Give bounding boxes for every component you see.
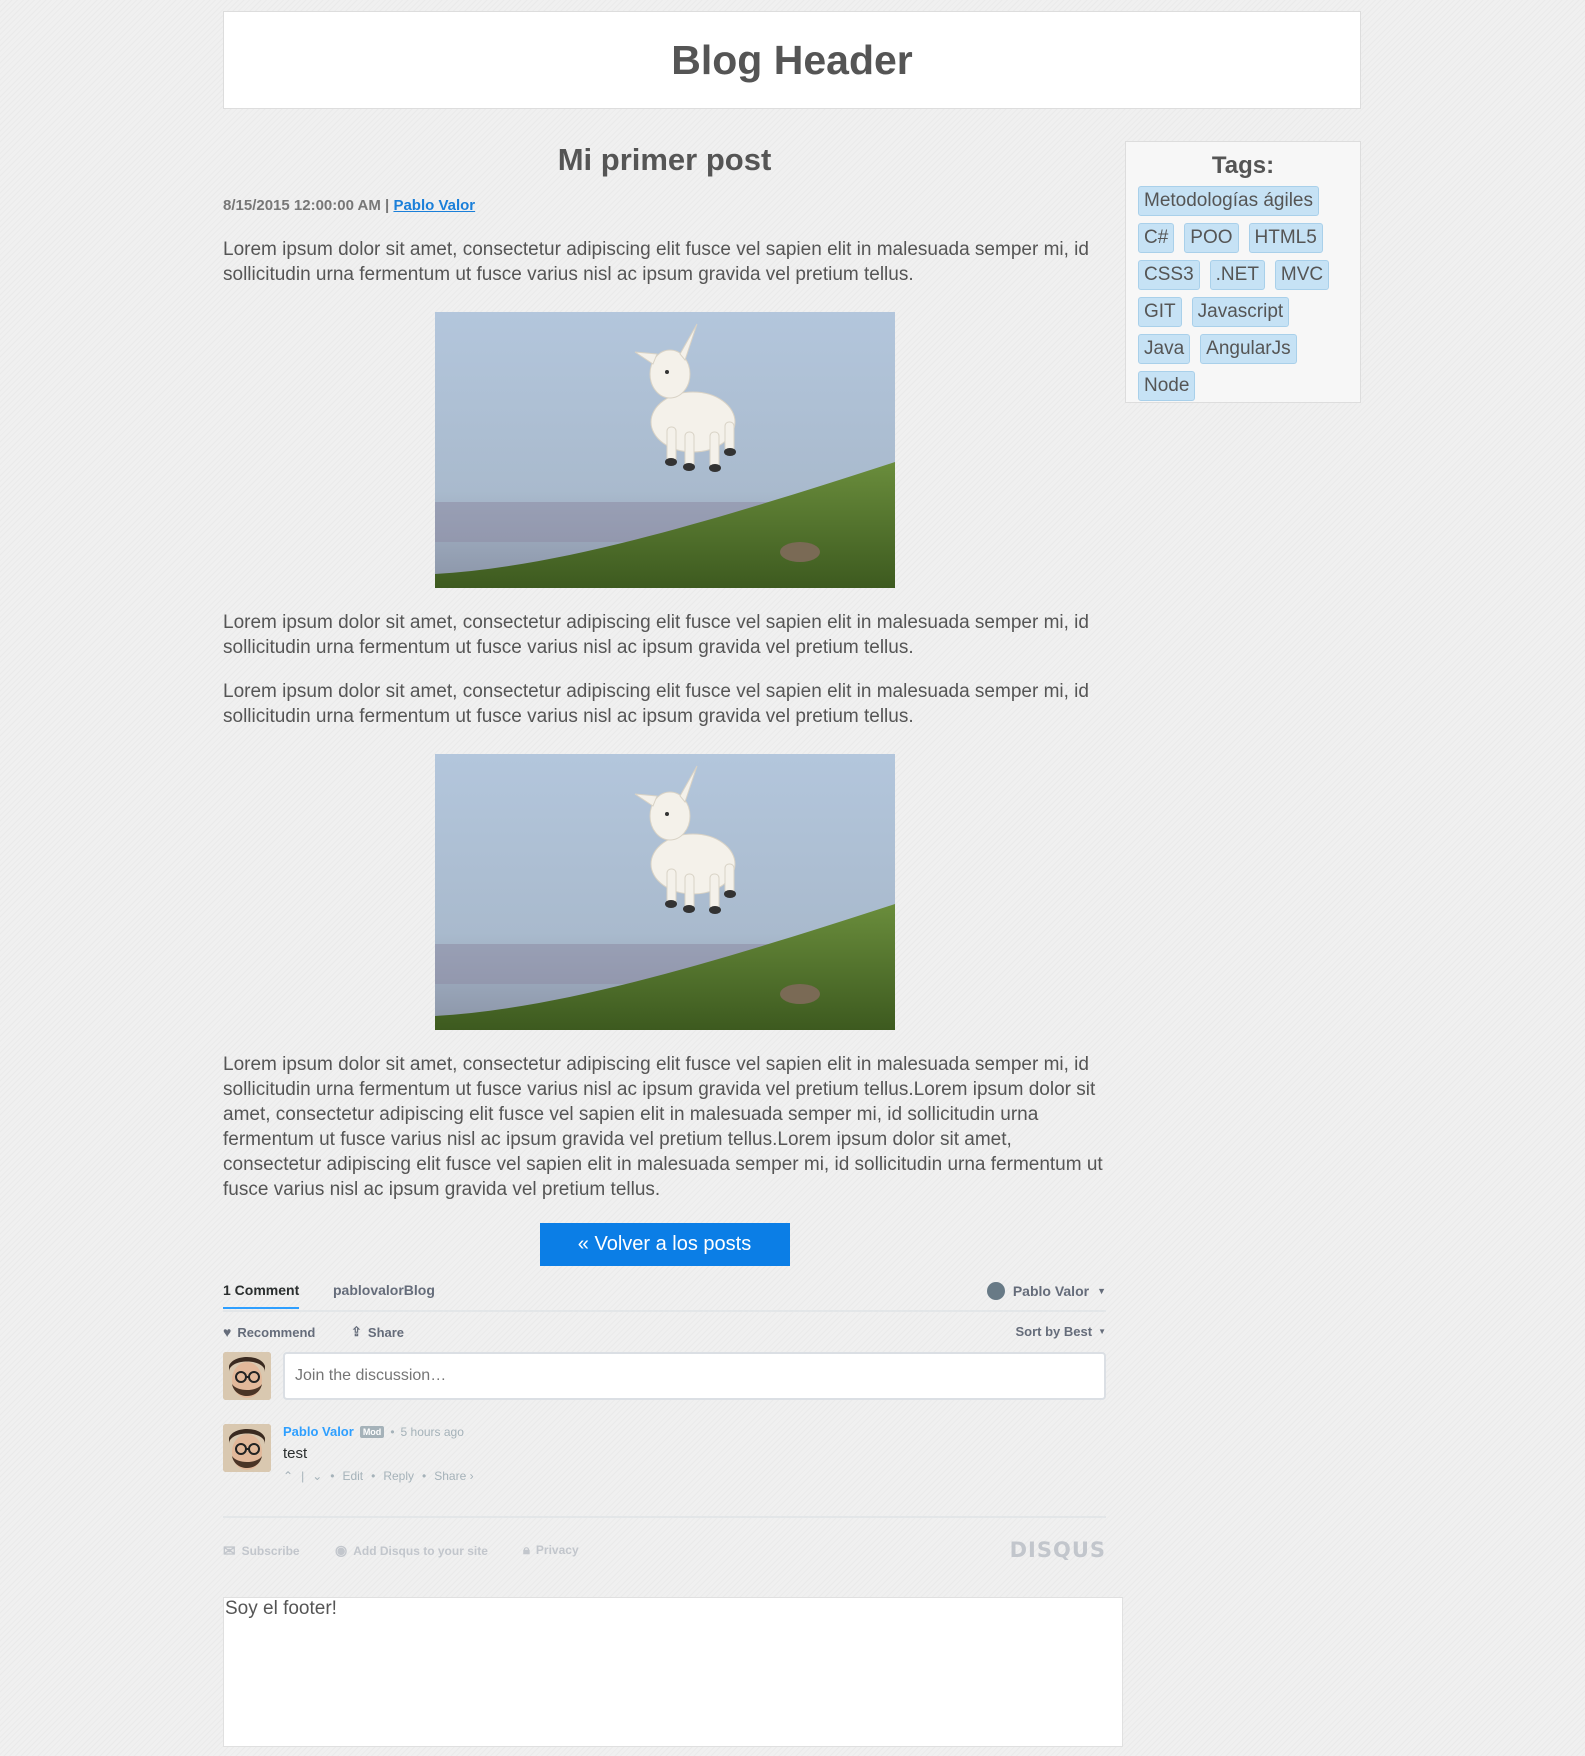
mod-badge: Mod xyxy=(359,1425,385,1438)
disqus-logo[interactable]: DISQUS xyxy=(1010,1538,1106,1562)
tab-site[interactable]: pablovalorBlog xyxy=(333,1282,435,1298)
recommend-button[interactable]: ♥ Recommend xyxy=(223,1324,315,1340)
comment-author[interactable]: Pablo Valor xyxy=(283,1424,354,1439)
comment-tools: ⌃ | ⌄ • Edit • Reply • Share › xyxy=(283,1469,474,1483)
page-footer: Soy el footer! xyxy=(223,1597,1123,1747)
back-to-posts-button[interactable]: « Volver a los posts xyxy=(539,1223,790,1266)
subscribe-link[interactable]: ✉ Subscribe xyxy=(223,1542,300,1560)
post-meta: 8/15/2015 12:00:00 AM | Pablo Valor xyxy=(223,197,1106,217)
post-paragraph: Lorem ipsum dolor sit amet, consectetur … xyxy=(223,239,1089,285)
post-date: 8/15/2015 12:00:00 AM xyxy=(223,197,381,214)
tag-angularjs[interactable]: AngularJs xyxy=(1200,334,1297,364)
sort-label: Sort by Best xyxy=(1015,1324,1093,1339)
heart-icon: ♥ xyxy=(223,1324,232,1340)
disqus-d-icon: ◉ xyxy=(335,1542,348,1558)
add-disqus-label: Add Disqus to your site xyxy=(353,1543,488,1558)
tools-separator: • xyxy=(330,1469,335,1483)
meta-separator: | xyxy=(380,197,394,214)
post-title: Mi primer post xyxy=(557,142,772,177)
post-image-lamb xyxy=(434,312,895,588)
lock-icon: 🔒︎ xyxy=(523,1542,530,1557)
tag-css3[interactable]: CSS3 xyxy=(1138,260,1200,290)
comment-time[interactable]: 5 hours ago xyxy=(401,1425,464,1439)
comment-body: Pablo Valor Mod • 5 hours ago test ⌃ | ⌄… xyxy=(283,1424,474,1483)
disqus-footer: ✉ Subscribe ◉ Add Disqus to your site 🔒︎… xyxy=(223,1516,1106,1588)
reply-link[interactable]: Reply xyxy=(383,1469,414,1483)
recommend-label: Recommend xyxy=(237,1324,316,1340)
chevron-down-icon: ▼ xyxy=(1097,1286,1106,1296)
back-button-wrap: « Volver a los posts xyxy=(223,1223,1106,1266)
avatar-image xyxy=(223,1352,271,1400)
share-label: Share xyxy=(367,1324,405,1340)
comment-time-separator: • xyxy=(390,1424,395,1439)
post-paragraph: Lorem ipsum dolor sit amet, consectetur … xyxy=(223,612,1089,658)
avatar-image xyxy=(223,1424,271,1472)
privacy-label: Privacy xyxy=(535,1543,579,1557)
post-paragraph: Lorem ipsum dolor sit amet, consectetur … xyxy=(223,681,1089,727)
subscribe-label: Subscribe xyxy=(241,1544,300,1558)
tag-mvc[interactable]: MVC xyxy=(1274,260,1330,290)
upvote-icon[interactable]: ⌃ xyxy=(283,1469,293,1483)
disqus-thread: 1 Comment pablovalorBlog Pablo Valor ▼ ♥… xyxy=(223,1272,1106,1588)
comment-share-link[interactable]: Share › xyxy=(434,1469,473,1483)
footer-text: Soy el footer! xyxy=(225,1598,337,1619)
tag-html5[interactable]: HTML5 xyxy=(1248,223,1323,253)
add-disqus-link[interactable]: ◉ Add Disqus to your site xyxy=(335,1542,488,1559)
tag-javascript[interactable]: Javascript xyxy=(1191,297,1290,327)
user-bubble-icon xyxy=(986,1282,1005,1300)
tag-metodologias-agiles[interactable]: Metodologías ágiles xyxy=(1138,186,1319,216)
post-image-wrap xyxy=(223,312,1106,588)
tags-sidebar: Tags: Metodologías ágiles C# POO HTML5 C… xyxy=(1125,141,1361,403)
mail-icon: ✉ xyxy=(223,1543,236,1560)
share-button[interactable]: ⇪ Share xyxy=(351,1324,404,1340)
join-discussion-input[interactable] xyxy=(283,1352,1106,1400)
chevron-down-icon: ▼ xyxy=(1098,1327,1106,1336)
disqus-actions: ♥ Recommend ⇪ Share Sort by Best ▼ xyxy=(223,1312,1106,1352)
downvote-icon[interactable]: ⌄ xyxy=(312,1469,322,1483)
tools-separator: • xyxy=(422,1469,427,1483)
tags-title: Tags: xyxy=(1211,152,1275,179)
post-author-link[interactable]: Pablo Valor xyxy=(393,197,475,214)
avatar[interactable] xyxy=(223,1424,271,1472)
tag-dotnet[interactable]: .NET xyxy=(1209,260,1265,290)
comment-item: Pablo Valor Mod • 5 hours ago test ⌃ | ⌄… xyxy=(223,1424,1106,1516)
tag-poo[interactable]: POO xyxy=(1184,223,1239,253)
disqus-user-name: Pablo Valor xyxy=(1012,1283,1090,1299)
vote-divider: | xyxy=(301,1469,305,1483)
post-image-wrap xyxy=(223,754,1106,1030)
tag-node[interactable]: Node xyxy=(1138,371,1196,401)
blog-title: Blog Header xyxy=(671,36,913,83)
tab-comments[interactable]: 1 Comment xyxy=(223,1282,300,1309)
tag-list: Metodologías ágiles C# POO HTML5 CSS3 .N… xyxy=(1138,186,1348,401)
post-image-lamb xyxy=(434,754,895,1030)
disqus-tabs: 1 Comment pablovalorBlog Pablo Valor ▼ xyxy=(223,1272,1106,1312)
edit-link[interactable]: Edit xyxy=(342,1469,363,1483)
post-article: Mi primer post 8/15/2015 12:00:00 AM | P… xyxy=(223,135,1106,1266)
sort-dropdown[interactable]: Sort by Best ▼ xyxy=(1016,1324,1107,1339)
comment-text: test xyxy=(283,1445,308,1462)
tag-csharp[interactable]: C# xyxy=(1138,223,1175,253)
tools-separator: • xyxy=(371,1469,376,1483)
tag-git[interactable]: GIT xyxy=(1138,297,1182,327)
tag-java[interactable]: Java xyxy=(1138,334,1191,364)
post-paragraph: Lorem ipsum dolor sit amet, consectetur … xyxy=(223,1054,1103,1200)
disqus-compose xyxy=(223,1352,1106,1424)
disqus-user-menu[interactable]: Pablo Valor ▼ xyxy=(986,1282,1106,1300)
share-icon: ⇪ xyxy=(351,1324,362,1339)
blog-header: Blog Header xyxy=(223,11,1361,109)
avatar[interactable] xyxy=(223,1352,271,1400)
comment-header: Pablo Valor Mod • 5 hours ago xyxy=(283,1424,474,1439)
privacy-link[interactable]: 🔒︎ Privacy xyxy=(523,1542,579,1558)
